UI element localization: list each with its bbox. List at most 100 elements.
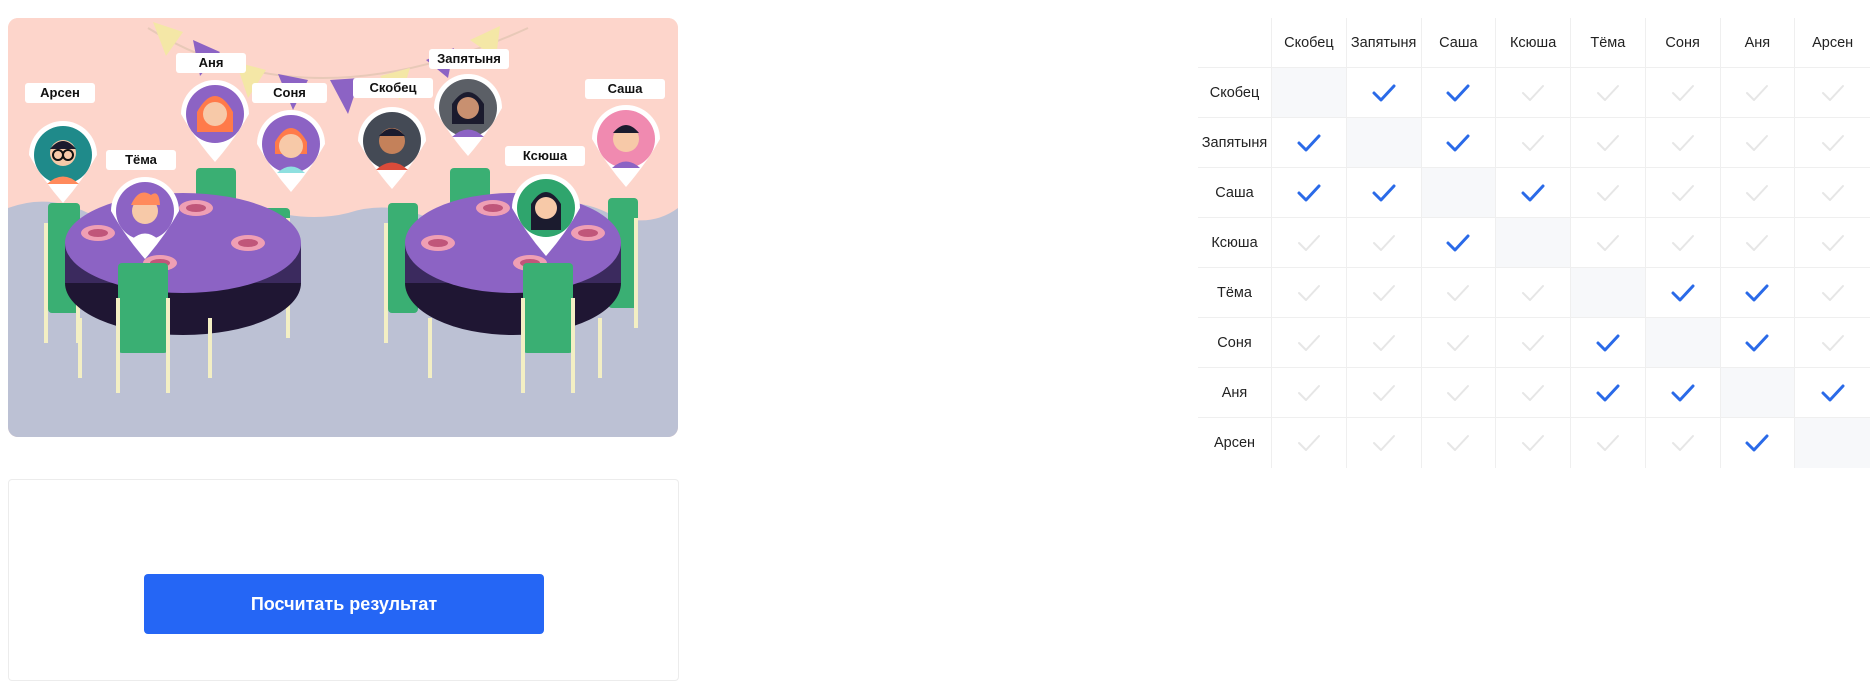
matrix-checkbox[interactable] (1496, 168, 1571, 218)
checkmark-icon (1671, 84, 1694, 101)
checkmark-icon (1671, 284, 1695, 301)
checkmark-icon (1447, 334, 1470, 351)
row-header: Саша (1198, 168, 1272, 218)
matrix-checkbox[interactable] (1795, 218, 1870, 268)
matrix-checkbox[interactable] (1496, 418, 1571, 468)
checkmark-icon (1746, 234, 1769, 251)
checkmark-icon (1297, 384, 1320, 401)
matrix-checkbox[interactable] (1272, 368, 1347, 418)
matrix-checkbox[interactable] (1571, 68, 1646, 118)
row-header: Аня (1198, 368, 1272, 418)
column-header: Тёма (1571, 18, 1646, 68)
matrix-checkbox[interactable] (1496, 68, 1571, 118)
matrix-checkbox[interactable] (1720, 118, 1796, 168)
checkmark-icon (1372, 435, 1395, 451)
result-panel: Посчитать результат (8, 479, 679, 681)
matrix-checkbox[interactable] (1272, 268, 1347, 318)
matrix-checkbox[interactable] (1571, 168, 1646, 218)
checkmark-icon (1746, 184, 1769, 201)
matrix-diagonal-cell (1795, 418, 1870, 468)
matrix-checkbox[interactable] (1346, 218, 1422, 268)
matrix-checkbox[interactable] (1421, 68, 1497, 118)
checkmark-icon (1372, 384, 1395, 401)
matrix-checkbox[interactable] (1645, 68, 1721, 118)
checkmark-icon (1671, 435, 1694, 451)
matrix-checkbox[interactable] (1795, 118, 1870, 168)
matrix-checkbox[interactable] (1346, 368, 1422, 418)
checkmark-icon (1446, 84, 1470, 101)
row-header: Ксюша (1198, 218, 1272, 268)
name-tag-arsen: Арсен (25, 83, 95, 103)
matrix-checkbox[interactable] (1795, 368, 1870, 418)
matrix-checkbox[interactable] (1571, 368, 1646, 418)
row-header: Запятыня (1198, 118, 1272, 168)
row-header: Тёма (1198, 268, 1272, 318)
matrix-checkbox[interactable] (1645, 268, 1721, 318)
checkmark-icon (1596, 435, 1619, 451)
matrix-checkbox[interactable] (1496, 118, 1571, 168)
matrix-checkbox[interactable] (1346, 68, 1422, 118)
matrix-checkbox[interactable] (1496, 368, 1571, 418)
checkmark-icon (1596, 134, 1619, 151)
matrix-checkbox[interactable] (1347, 418, 1422, 468)
matrix-checkbox[interactable] (1645, 368, 1721, 418)
column-header: Запятыня (1346, 18, 1422, 68)
matrix-checkbox[interactable] (1272, 168, 1347, 218)
checkmark-icon (1372, 84, 1396, 101)
matrix-checkbox[interactable] (1496, 268, 1571, 318)
column-header: Соня (1645, 18, 1721, 68)
matrix-checkbox[interactable] (1571, 118, 1646, 168)
matrix-checkbox[interactable] (1721, 418, 1796, 468)
matrix-checkbox[interactable] (1720, 268, 1796, 318)
matrix-checkbox[interactable] (1795, 168, 1870, 218)
matrix-checkbox[interactable] (1795, 268, 1870, 318)
name-tag-zapyatynya: Запятыня (429, 49, 509, 69)
matrix-diagonal-cell (1645, 318, 1721, 368)
calculate-result-button[interactable]: Посчитать результат (144, 574, 544, 634)
matrix-checkbox[interactable] (1795, 318, 1870, 368)
matrix-checkbox[interactable] (1421, 118, 1497, 168)
checkmark-icon (1671, 184, 1694, 201)
checkmark-icon (1446, 134, 1470, 151)
checkmark-icon (1821, 284, 1844, 301)
matrix-checkbox[interactable] (1272, 418, 1347, 468)
checkmark-icon (1821, 134, 1844, 151)
matrix-checkbox[interactable] (1645, 168, 1721, 218)
matrix-checkbox[interactable] (1645, 218, 1721, 268)
matrix-checkbox[interactable] (1720, 218, 1796, 268)
checkmark-icon (1522, 284, 1545, 301)
matrix-checkbox[interactable] (1571, 318, 1646, 368)
checkmark-icon (1297, 284, 1320, 301)
matrix-checkbox[interactable] (1720, 318, 1796, 368)
matrix-checkbox[interactable] (1421, 268, 1497, 318)
checkmark-icon (1745, 434, 1769, 452)
matrix-checkbox[interactable] (1346, 168, 1422, 218)
row-header: Соня (1198, 318, 1272, 368)
checkmark-icon (1671, 234, 1694, 251)
matrix-checkbox[interactable] (1421, 318, 1497, 368)
matrix-checkbox[interactable] (1346, 318, 1422, 368)
checkmark-icon (1522, 134, 1545, 151)
checkmark-icon (1746, 84, 1769, 101)
checkmark-icon (1746, 134, 1769, 151)
matrix-checkbox[interactable] (1646, 418, 1721, 468)
matrix-checkbox[interactable] (1720, 68, 1796, 118)
matrix-checkbox[interactable] (1272, 318, 1347, 368)
matrix-checkbox[interactable] (1346, 268, 1422, 318)
checkmark-icon (1821, 234, 1844, 251)
matrix-checkbox[interactable] (1571, 418, 1646, 468)
matrix-checkbox[interactable] (1422, 418, 1497, 468)
checkmark-icon (1596, 234, 1619, 251)
checkmark-icon (1447, 284, 1470, 301)
matrix-checkbox[interactable] (1571, 218, 1646, 268)
matrix-checkbox[interactable] (1421, 218, 1497, 268)
matrix-checkbox[interactable] (1272, 118, 1347, 168)
matrix-checkbox[interactable] (1795, 68, 1870, 118)
matrix-diagonal-cell (1346, 118, 1422, 168)
matrix-checkbox[interactable] (1272, 218, 1347, 268)
matrix-checkbox[interactable] (1496, 318, 1571, 368)
column-header: Арсен (1795, 18, 1870, 68)
matrix-checkbox[interactable] (1421, 368, 1497, 418)
matrix-checkbox[interactable] (1720, 168, 1796, 218)
matrix-checkbox[interactable] (1645, 118, 1721, 168)
